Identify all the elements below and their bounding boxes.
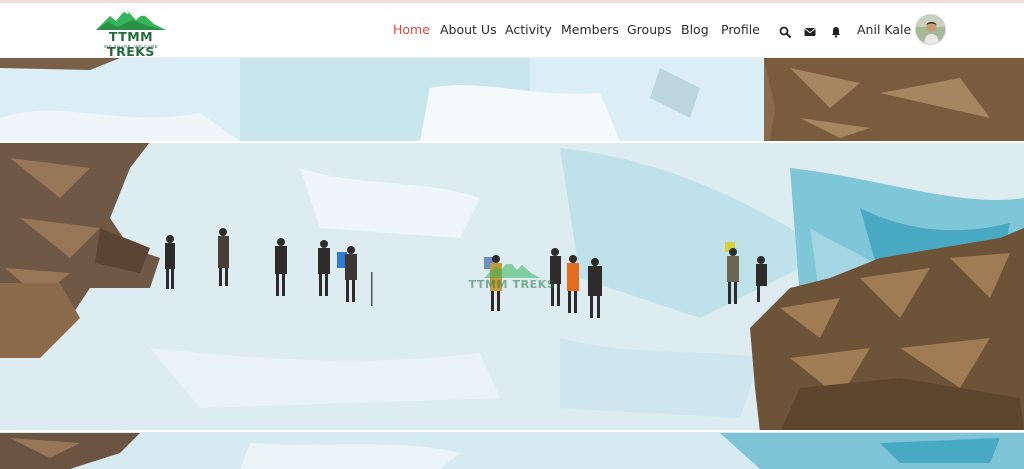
nav-members[interactable]: Members (561, 22, 619, 37)
hero-watermark: TTMM TREKS (466, 260, 558, 294)
user-avatar[interactable] (915, 14, 946, 45)
nav-blog[interactable]: Blog (681, 22, 709, 37)
site-header: TTMM TREKS WE SHARE, WE CARE Home About … (0, 3, 1024, 59)
hero-banner: TTMM TREKS (0, 58, 1024, 469)
nav-activity[interactable]: Activity (505, 22, 552, 37)
user-name[interactable]: Anil Kale (857, 22, 911, 37)
brand-logo[interactable]: TTMM TREKS WE SHARE, WE CARE (84, 8, 178, 59)
mountain-logo-icon (96, 9, 166, 30)
brand-tagline: WE SHARE, WE CARE (103, 44, 159, 49)
watermark-text: TTMM TREKS (468, 278, 556, 291)
bell-icon[interactable] (830, 25, 842, 38)
page: TTMM TREKS WE SHARE, WE CARE Home About … (0, 0, 1024, 469)
search-icon[interactable] (779, 25, 791, 38)
nav-profile[interactable]: Profile (721, 22, 760, 37)
nav-home[interactable]: Home (393, 22, 430, 37)
envelope-icon[interactable] (804, 25, 816, 37)
nav-about-us[interactable]: About Us (440, 22, 497, 37)
watermark-mountain-icon (484, 261, 540, 278)
nav-groups[interactable]: Groups (627, 22, 672, 37)
